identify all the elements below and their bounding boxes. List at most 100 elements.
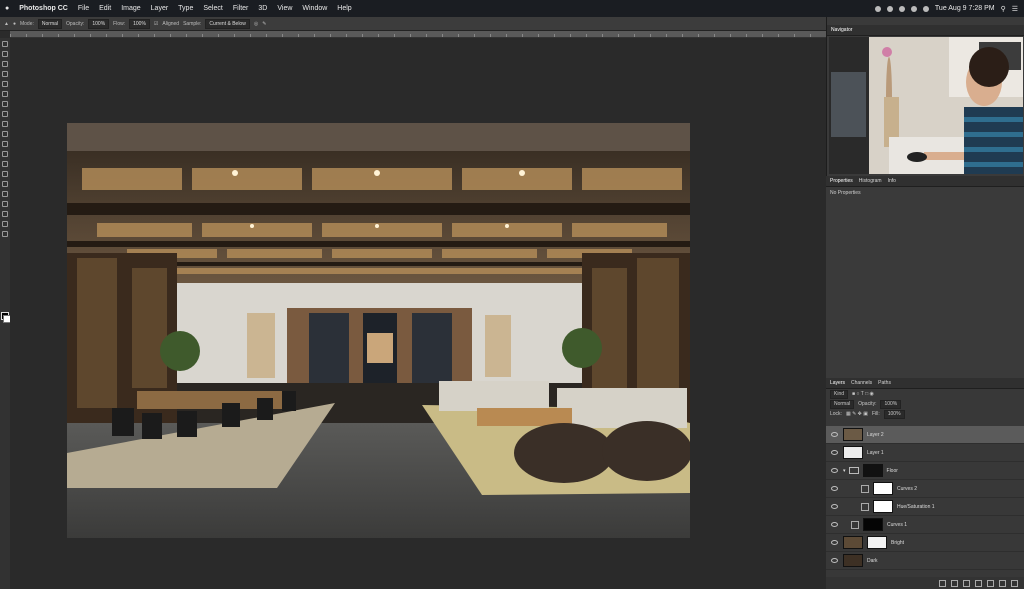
add-mask-icon[interactable] xyxy=(963,579,970,587)
menu-edit[interactable]: Edit xyxy=(94,5,116,12)
trash-icon[interactable] xyxy=(1011,579,1018,587)
menu-view[interactable]: View xyxy=(272,5,297,12)
marquee-tool-icon[interactable] xyxy=(2,51,8,57)
search-icon[interactable]: ⚲ xyxy=(1001,5,1006,13)
layer-opacity-field[interactable]: 100% xyxy=(880,399,902,409)
options-bar: ▲ ● Mode: Normal Opacity: 100% Flow: 100… xyxy=(0,17,826,31)
shape-tool-icon[interactable] xyxy=(2,211,8,217)
status-icon[interactable] xyxy=(886,5,893,12)
lock-icons[interactable]: ▦ ✎ ✥ ▣ xyxy=(846,411,868,417)
sample-select[interactable]: Current & Below xyxy=(205,18,250,29)
eyedropper-tool-icon[interactable] xyxy=(2,91,8,97)
group-expand-icon[interactable]: ▾ xyxy=(843,468,846,474)
menu-filter[interactable]: Filter xyxy=(228,5,254,12)
gradient-tool-icon[interactable] xyxy=(2,151,8,157)
aligned-label: Aligned xyxy=(162,20,180,27)
brush-preset-icon[interactable]: ● xyxy=(13,21,16,27)
visibility-eye-icon[interactable] xyxy=(831,540,838,545)
ruler-tick xyxy=(314,34,315,37)
status-icon[interactable] xyxy=(874,5,881,12)
clone-stamp-tool-icon[interactable] xyxy=(2,121,8,127)
flow-field[interactable]: 100% xyxy=(129,18,150,29)
link-layers-icon[interactable] xyxy=(939,579,946,587)
opacity-field[interactable]: 100% xyxy=(88,18,110,29)
curves-adjustment-icon xyxy=(851,520,859,529)
brush-tool-icon[interactable] xyxy=(2,111,8,117)
properties-panel-header: Properties Histogram Info xyxy=(826,176,1024,187)
list-icon[interactable]: ☰ xyxy=(1012,5,1018,13)
layer-row[interactable]: Dark xyxy=(826,552,1024,570)
tab-channels[interactable]: Channels xyxy=(851,380,872,386)
document-image[interactable] xyxy=(67,123,690,538)
layer-row[interactable]: Hue/Saturation 1 xyxy=(826,498,1024,516)
layer-row[interactable]: Layer 2 xyxy=(826,426,1024,444)
status-icon[interactable] xyxy=(898,5,905,12)
zoom-tool-icon[interactable] xyxy=(2,231,8,237)
new-group-icon[interactable] xyxy=(987,579,994,587)
navigator-panel-header[interactable]: Navigator xyxy=(827,25,1024,36)
path-select-tool-icon[interactable] xyxy=(2,201,8,207)
quick-select-tool-icon[interactable] xyxy=(2,71,8,77)
tab-paths[interactable]: Paths xyxy=(878,380,891,386)
visibility-eye-icon[interactable] xyxy=(831,450,838,455)
layer-kind-filter[interactable]: Kind xyxy=(830,389,849,399)
layer-row[interactable]: Curves 1 xyxy=(826,516,1024,534)
move-tool-icon[interactable] xyxy=(2,41,8,47)
ruler-tick xyxy=(634,34,635,37)
pen-tool-icon[interactable] xyxy=(2,181,8,187)
visibility-eye-icon[interactable] xyxy=(831,504,838,509)
filter-icons[interactable]: ■ ○ T □ ◉ xyxy=(852,391,874,397)
new-layer-icon[interactable] xyxy=(999,579,1006,587)
menu-window[interactable]: Window xyxy=(297,5,332,12)
menu-image[interactable]: Image xyxy=(116,5,145,12)
app-menu[interactable]: Photoshop CC xyxy=(14,5,73,12)
mode-select[interactable]: Normal xyxy=(37,18,63,29)
blur-tool-icon[interactable] xyxy=(2,161,8,167)
clock[interactable]: Tue Aug 9 7:28 PM xyxy=(935,5,995,12)
hand-tool-icon[interactable] xyxy=(2,221,8,227)
apple-menu-icon[interactable]: ● xyxy=(0,5,14,12)
menu-help[interactable]: Help xyxy=(332,5,356,12)
menu-3d[interactable]: 3D xyxy=(253,5,272,12)
layer-row[interactable]: Layer 1 xyxy=(826,444,1024,462)
menu-type[interactable]: Type xyxy=(173,5,198,12)
tab-navigator[interactable]: Navigator xyxy=(831,27,852,33)
horizontal-ruler[interactable] xyxy=(10,31,826,38)
tab-histogram[interactable]: Histogram xyxy=(859,178,882,184)
crop-tool-icon[interactable] xyxy=(2,81,8,87)
layer-row[interactable]: Curves 2 xyxy=(826,480,1024,498)
navigator-preview[interactable] xyxy=(829,37,1023,174)
tab-layers[interactable]: Layers xyxy=(830,380,845,386)
visibility-eye-icon[interactable] xyxy=(831,486,838,491)
visibility-eye-icon[interactable] xyxy=(831,432,838,437)
ruler-tick xyxy=(250,34,251,37)
tab-info[interactable]: Info xyxy=(888,178,896,184)
clone-stamp-icon[interactable]: ▲ xyxy=(4,21,9,27)
ignore-adjustment-icon[interactable]: ◎ xyxy=(254,21,258,27)
pressure-icon[interactable]: ✎ xyxy=(262,21,266,27)
blend-mode-select[interactable]: Normal xyxy=(830,399,855,409)
battery-icon[interactable] xyxy=(922,5,929,12)
menu-file[interactable]: File xyxy=(73,5,94,12)
visibility-eye-icon[interactable] xyxy=(831,468,838,473)
history-brush-tool-icon[interactable] xyxy=(2,131,8,137)
eraser-tool-icon[interactable] xyxy=(2,141,8,147)
healing-tool-icon[interactable] xyxy=(2,101,8,107)
tab-properties[interactable]: Properties xyxy=(830,178,853,184)
fill-field[interactable]: 100% xyxy=(883,409,905,419)
wifi-icon[interactable] xyxy=(910,5,917,12)
menu-layer[interactable]: Layer xyxy=(146,5,174,12)
visibility-eye-icon[interactable] xyxy=(831,522,838,527)
type-tool-icon[interactable] xyxy=(2,191,8,197)
visibility-eye-icon[interactable] xyxy=(831,558,838,563)
aligned-checkbox[interactable]: ☑ xyxy=(154,21,158,27)
layer-thumbnail xyxy=(843,536,863,549)
menu-select[interactable]: Select xyxy=(198,5,227,12)
dodge-tool-icon[interactable] xyxy=(2,171,8,177)
layer-style-icon[interactable] xyxy=(951,579,958,587)
layer-row[interactable]: ▾ Floor xyxy=(826,462,1024,480)
lasso-tool-icon[interactable] xyxy=(2,61,8,67)
layer-row[interactable]: Bright xyxy=(826,534,1024,552)
new-adjustment-icon[interactable] xyxy=(975,579,982,587)
webcam-overlay xyxy=(829,37,1023,174)
